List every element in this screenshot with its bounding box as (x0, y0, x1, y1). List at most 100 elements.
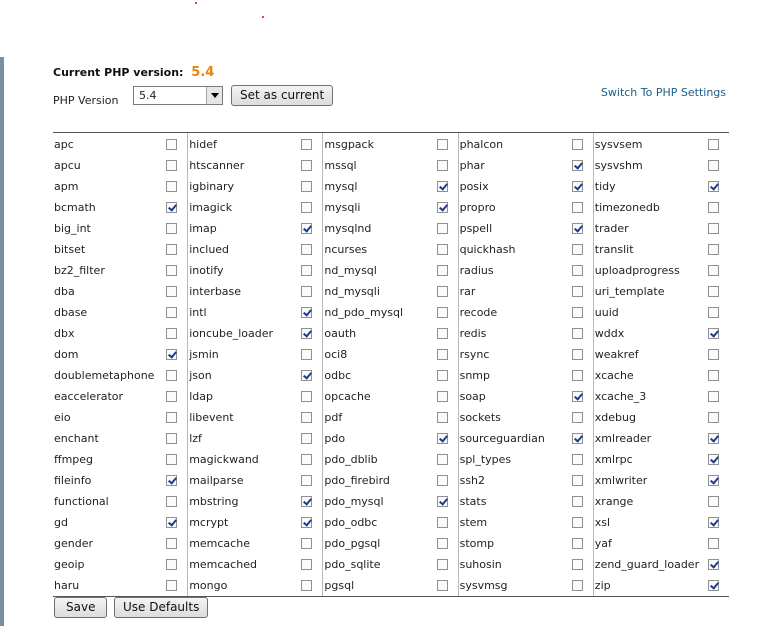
extension-checkbox[interactable] (301, 391, 313, 402)
extension-checkbox[interactable] (166, 181, 178, 192)
extension-checkbox[interactable] (166, 370, 178, 381)
extension-checkbox[interactable] (571, 391, 583, 402)
dropdown-arrow-icon[interactable] (206, 87, 222, 104)
extension-checkbox[interactable] (571, 307, 583, 318)
extension-checkbox[interactable] (707, 433, 719, 444)
extension-checkbox[interactable] (301, 349, 313, 360)
extension-checkbox[interactable] (436, 580, 448, 591)
extension-checkbox[interactable] (166, 517, 178, 528)
php-version-select[interactable]: 5.4 (133, 86, 223, 105)
extension-checkbox[interactable] (707, 580, 719, 591)
extension-checkbox[interactable] (707, 349, 719, 360)
extension-checkbox[interactable] (707, 139, 719, 150)
extension-checkbox[interactable] (301, 496, 313, 507)
extension-checkbox[interactable] (301, 307, 313, 318)
extension-checkbox[interactable] (301, 559, 313, 570)
extension-checkbox[interactable] (301, 160, 313, 171)
extension-checkbox[interactable] (571, 433, 583, 444)
extension-checkbox[interactable] (301, 181, 313, 192)
extension-checkbox[interactable] (301, 433, 313, 444)
extension-checkbox[interactable] (707, 412, 719, 423)
extension-checkbox[interactable] (571, 559, 583, 570)
extension-checkbox[interactable] (707, 265, 719, 276)
extension-checkbox[interactable] (436, 139, 448, 150)
extension-checkbox[interactable] (436, 286, 448, 297)
extension-checkbox[interactable] (571, 328, 583, 339)
extension-checkbox[interactable] (707, 454, 719, 465)
extension-checkbox[interactable] (166, 286, 178, 297)
extension-checkbox[interactable] (436, 181, 448, 192)
extension-checkbox[interactable] (707, 286, 719, 297)
extension-checkbox[interactable] (301, 412, 313, 423)
extension-checkbox[interactable] (301, 454, 313, 465)
extension-checkbox[interactable] (436, 349, 448, 360)
extension-checkbox[interactable] (707, 370, 719, 381)
extension-checkbox[interactable] (166, 139, 178, 150)
extension-checkbox[interactable] (707, 223, 719, 234)
extension-checkbox[interactable] (166, 538, 178, 549)
extension-checkbox[interactable] (166, 391, 178, 402)
extension-checkbox[interactable] (301, 139, 313, 150)
extension-checkbox[interactable] (571, 475, 583, 486)
extension-checkbox[interactable] (571, 538, 583, 549)
extension-checkbox[interactable] (707, 475, 719, 486)
extension-checkbox[interactable] (571, 517, 583, 528)
extension-checkbox[interactable] (707, 244, 719, 255)
extension-checkbox[interactable] (436, 370, 448, 381)
extension-checkbox[interactable] (707, 391, 719, 402)
extension-checkbox[interactable] (166, 244, 178, 255)
extension-checkbox[interactable] (436, 559, 448, 570)
extension-checkbox[interactable] (301, 475, 313, 486)
extension-checkbox[interactable] (436, 496, 448, 507)
extension-checkbox[interactable] (301, 265, 313, 276)
save-button[interactable]: Save (54, 597, 108, 618)
extension-checkbox[interactable] (436, 391, 448, 402)
extension-checkbox[interactable] (571, 286, 583, 297)
extension-checkbox[interactable] (301, 286, 313, 297)
extension-checkbox[interactable] (707, 181, 719, 192)
extension-checkbox[interactable] (166, 307, 178, 318)
extension-checkbox[interactable] (436, 454, 448, 465)
extension-checkbox[interactable] (436, 412, 448, 423)
use-defaults-button[interactable]: Use Defaults (114, 597, 209, 618)
extension-checkbox[interactable] (166, 412, 178, 423)
extension-checkbox[interactable] (436, 160, 448, 171)
extension-checkbox[interactable] (436, 244, 448, 255)
extension-checkbox[interactable] (571, 496, 583, 507)
extension-checkbox[interactable] (166, 496, 178, 507)
extension-checkbox[interactable] (571, 223, 583, 234)
extension-checkbox[interactable] (301, 517, 313, 528)
extension-checkbox[interactable] (301, 244, 313, 255)
extension-checkbox[interactable] (571, 454, 583, 465)
extension-checkbox[interactable] (301, 538, 313, 549)
set-as-current-button[interactable]: Set as current (231, 85, 334, 106)
extension-checkbox[interactable] (166, 580, 178, 591)
extension-checkbox[interactable] (436, 202, 448, 213)
extension-checkbox[interactable] (707, 538, 719, 549)
extension-checkbox[interactable] (166, 265, 178, 276)
extension-checkbox[interactable] (436, 538, 448, 549)
extension-checkbox[interactable] (571, 265, 583, 276)
extension-checkbox[interactable] (166, 349, 178, 360)
extension-checkbox[interactable] (571, 370, 583, 381)
extension-checkbox[interactable] (166, 328, 178, 339)
extension-checkbox[interactable] (166, 559, 178, 570)
extension-checkbox[interactable] (571, 139, 583, 150)
extension-checkbox[interactable] (571, 244, 583, 255)
extension-checkbox[interactable] (436, 328, 448, 339)
extension-checkbox[interactable] (436, 307, 448, 318)
extension-checkbox[interactable] (707, 160, 719, 171)
extension-checkbox[interactable] (436, 433, 448, 444)
extension-checkbox[interactable] (707, 307, 719, 318)
extension-checkbox[interactable] (707, 517, 719, 528)
extension-checkbox[interactable] (301, 370, 313, 381)
extension-checkbox[interactable] (707, 559, 719, 570)
extension-checkbox[interactable] (707, 328, 719, 339)
extension-checkbox[interactable] (571, 181, 583, 192)
extension-checkbox[interactable] (571, 202, 583, 213)
extension-checkbox[interactable] (166, 160, 178, 171)
extension-checkbox[interactable] (571, 349, 583, 360)
extension-checkbox[interactable] (436, 475, 448, 486)
extension-checkbox[interactable] (436, 265, 448, 276)
extension-checkbox[interactable] (301, 223, 313, 234)
